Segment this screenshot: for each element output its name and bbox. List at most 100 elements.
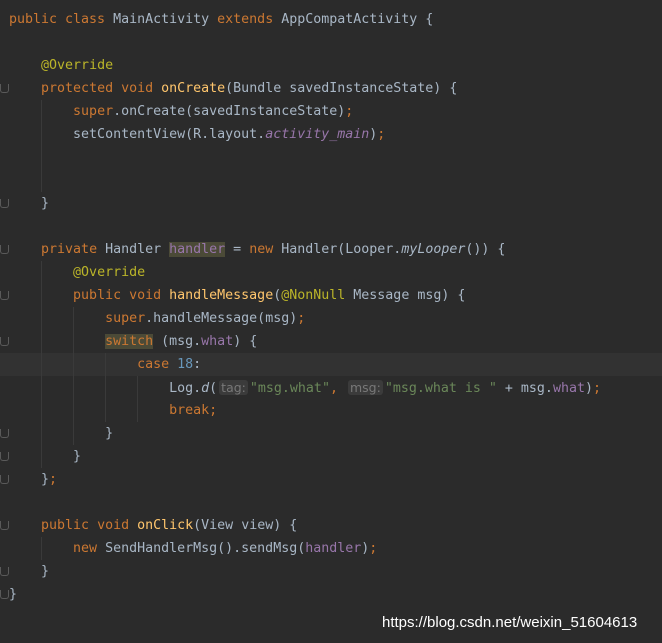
code-line[interactable]: super.handleMessage(msg); bbox=[0, 307, 662, 330]
code-token: AppCompatActivity { bbox=[281, 12, 434, 27]
code-line[interactable]: new SendHandlerMsg().sendMsg(handler); bbox=[0, 537, 662, 560]
fold-marker-icon[interactable] bbox=[0, 475, 9, 484]
code-line[interactable]: super.onCreate(savedInstanceState); bbox=[0, 100, 662, 123]
code-token: ; bbox=[345, 104, 354, 119]
code-line[interactable]: switch (msg.what) { bbox=[0, 330, 662, 353]
code-line[interactable]: private Handler handler = new Handler(Lo… bbox=[0, 238, 662, 261]
code-token: (View view) { bbox=[193, 518, 298, 533]
code-token: what bbox=[201, 334, 234, 349]
indent-guide bbox=[137, 376, 138, 422]
code-editor[interactable]: public class MainActivity extends AppCom… bbox=[0, 8, 662, 606]
code-token: "msg.what is " bbox=[384, 381, 505, 396]
code-line[interactable]: public void onClick(View view) { bbox=[0, 514, 662, 537]
code-line[interactable]: public class MainActivity extends AppCom… bbox=[0, 8, 662, 31]
parameter-hint: msg: bbox=[347, 380, 383, 395]
code-token: : bbox=[193, 357, 202, 372]
code-token: protected void bbox=[41, 81, 162, 96]
code-line[interactable]: @Override bbox=[0, 54, 662, 77]
code-token: public class bbox=[9, 12, 114, 27]
indent-guide bbox=[41, 261, 42, 468]
code-line[interactable] bbox=[0, 215, 662, 238]
code-token: onClick bbox=[137, 518, 194, 533]
code-line[interactable]: @Override bbox=[0, 261, 662, 284]
code-line[interactable]: setContentView(R.layout.activity_main); bbox=[0, 123, 662, 146]
indent-guide bbox=[105, 353, 106, 422]
fold-marker-icon[interactable] bbox=[0, 429, 9, 438]
code-token: private bbox=[41, 242, 106, 257]
code-token: SendHandlerMsg().sendMsg( bbox=[105, 541, 306, 556]
fold-marker-icon[interactable] bbox=[0, 590, 9, 599]
code-line[interactable]: break; bbox=[0, 399, 662, 422]
code-token: = bbox=[225, 242, 250, 257]
code-line[interactable]: } bbox=[0, 192, 662, 215]
code-token: } bbox=[9, 196, 50, 211]
code-token: (msg. bbox=[153, 334, 202, 349]
code-line[interactable]: protected void onCreate(Bundle savedInst… bbox=[0, 77, 662, 100]
code-line[interactable]: }; bbox=[0, 468, 662, 491]
watermark: https://blog.csdn.net/weixin_51604613 bbox=[382, 614, 638, 631]
fold-marker-icon[interactable] bbox=[0, 245, 9, 254]
code-token: @NonNull bbox=[281, 288, 354, 303]
code-line[interactable]: } bbox=[0, 445, 662, 468]
code-token: } bbox=[9, 587, 18, 602]
fold-marker-icon[interactable] bbox=[0, 291, 9, 300]
code-line[interactable]: } bbox=[0, 560, 662, 583]
code-token: "msg.what" bbox=[249, 381, 330, 396]
code-token: @Override bbox=[41, 58, 114, 73]
code-token: super bbox=[73, 104, 114, 119]
code-token: @Override bbox=[73, 265, 146, 280]
code-line[interactable]: Log.d(tag: "msg.what", msg: "msg.what is "… bbox=[0, 376, 662, 399]
code-line[interactable] bbox=[0, 491, 662, 514]
code-token: Handler bbox=[105, 242, 170, 257]
code-token: activity_main bbox=[265, 127, 370, 142]
code-token: ; bbox=[593, 381, 602, 396]
code-line[interactable] bbox=[0, 146, 662, 169]
code-token: 18 bbox=[177, 357, 194, 372]
indent-guide bbox=[41, 537, 42, 560]
code-line[interactable]: public void handleMessage(@NonNull Messa… bbox=[0, 284, 662, 307]
code-line[interactable]: } bbox=[0, 422, 662, 445]
code-token: ()) { bbox=[465, 242, 506, 257]
indent-guide bbox=[41, 100, 42, 192]
code-token: case bbox=[137, 357, 178, 372]
code-token: handler bbox=[169, 242, 226, 257]
code-token: ( bbox=[209, 381, 218, 396]
code-token: ; bbox=[297, 311, 306, 326]
code-token: , bbox=[329, 381, 346, 396]
code-token: what bbox=[552, 381, 585, 396]
fold-marker-icon[interactable] bbox=[0, 337, 9, 346]
code-token: MainActivity bbox=[113, 12, 218, 27]
code-token: new bbox=[73, 541, 106, 556]
code-line[interactable] bbox=[0, 31, 662, 54]
fold-marker-icon[interactable] bbox=[0, 452, 9, 461]
code-token: Handler(Looper. bbox=[281, 242, 402, 257]
code-token: ; bbox=[369, 541, 378, 556]
code-token: break; bbox=[169, 403, 218, 418]
fold-marker-icon[interactable] bbox=[0, 199, 9, 208]
code-token: } bbox=[9, 472, 50, 487]
fold-marker-icon[interactable] bbox=[0, 521, 9, 530]
fold-marker-icon[interactable] bbox=[0, 84, 9, 93]
fold-marker-icon[interactable] bbox=[0, 567, 9, 576]
code-line[interactable] bbox=[0, 169, 662, 192]
code-token: myLooper bbox=[401, 242, 466, 257]
code-token: handleMessage bbox=[169, 288, 274, 303]
code-token: ) bbox=[584, 381, 593, 396]
code-token: switch bbox=[105, 334, 154, 349]
code-line[interactable]: } bbox=[0, 583, 662, 606]
code-token: (Bundle savedInstanceState) { bbox=[225, 81, 458, 96]
code-token: } bbox=[9, 564, 50, 579]
code-token: new bbox=[249, 242, 282, 257]
code-line[interactable]: case 18: bbox=[0, 353, 662, 376]
code-token: public void bbox=[41, 518, 138, 533]
code-token: onCreate bbox=[161, 81, 226, 96]
code-token: + msg. bbox=[504, 381, 553, 396]
code-token: ; bbox=[49, 472, 58, 487]
code-token: d bbox=[201, 381, 210, 396]
